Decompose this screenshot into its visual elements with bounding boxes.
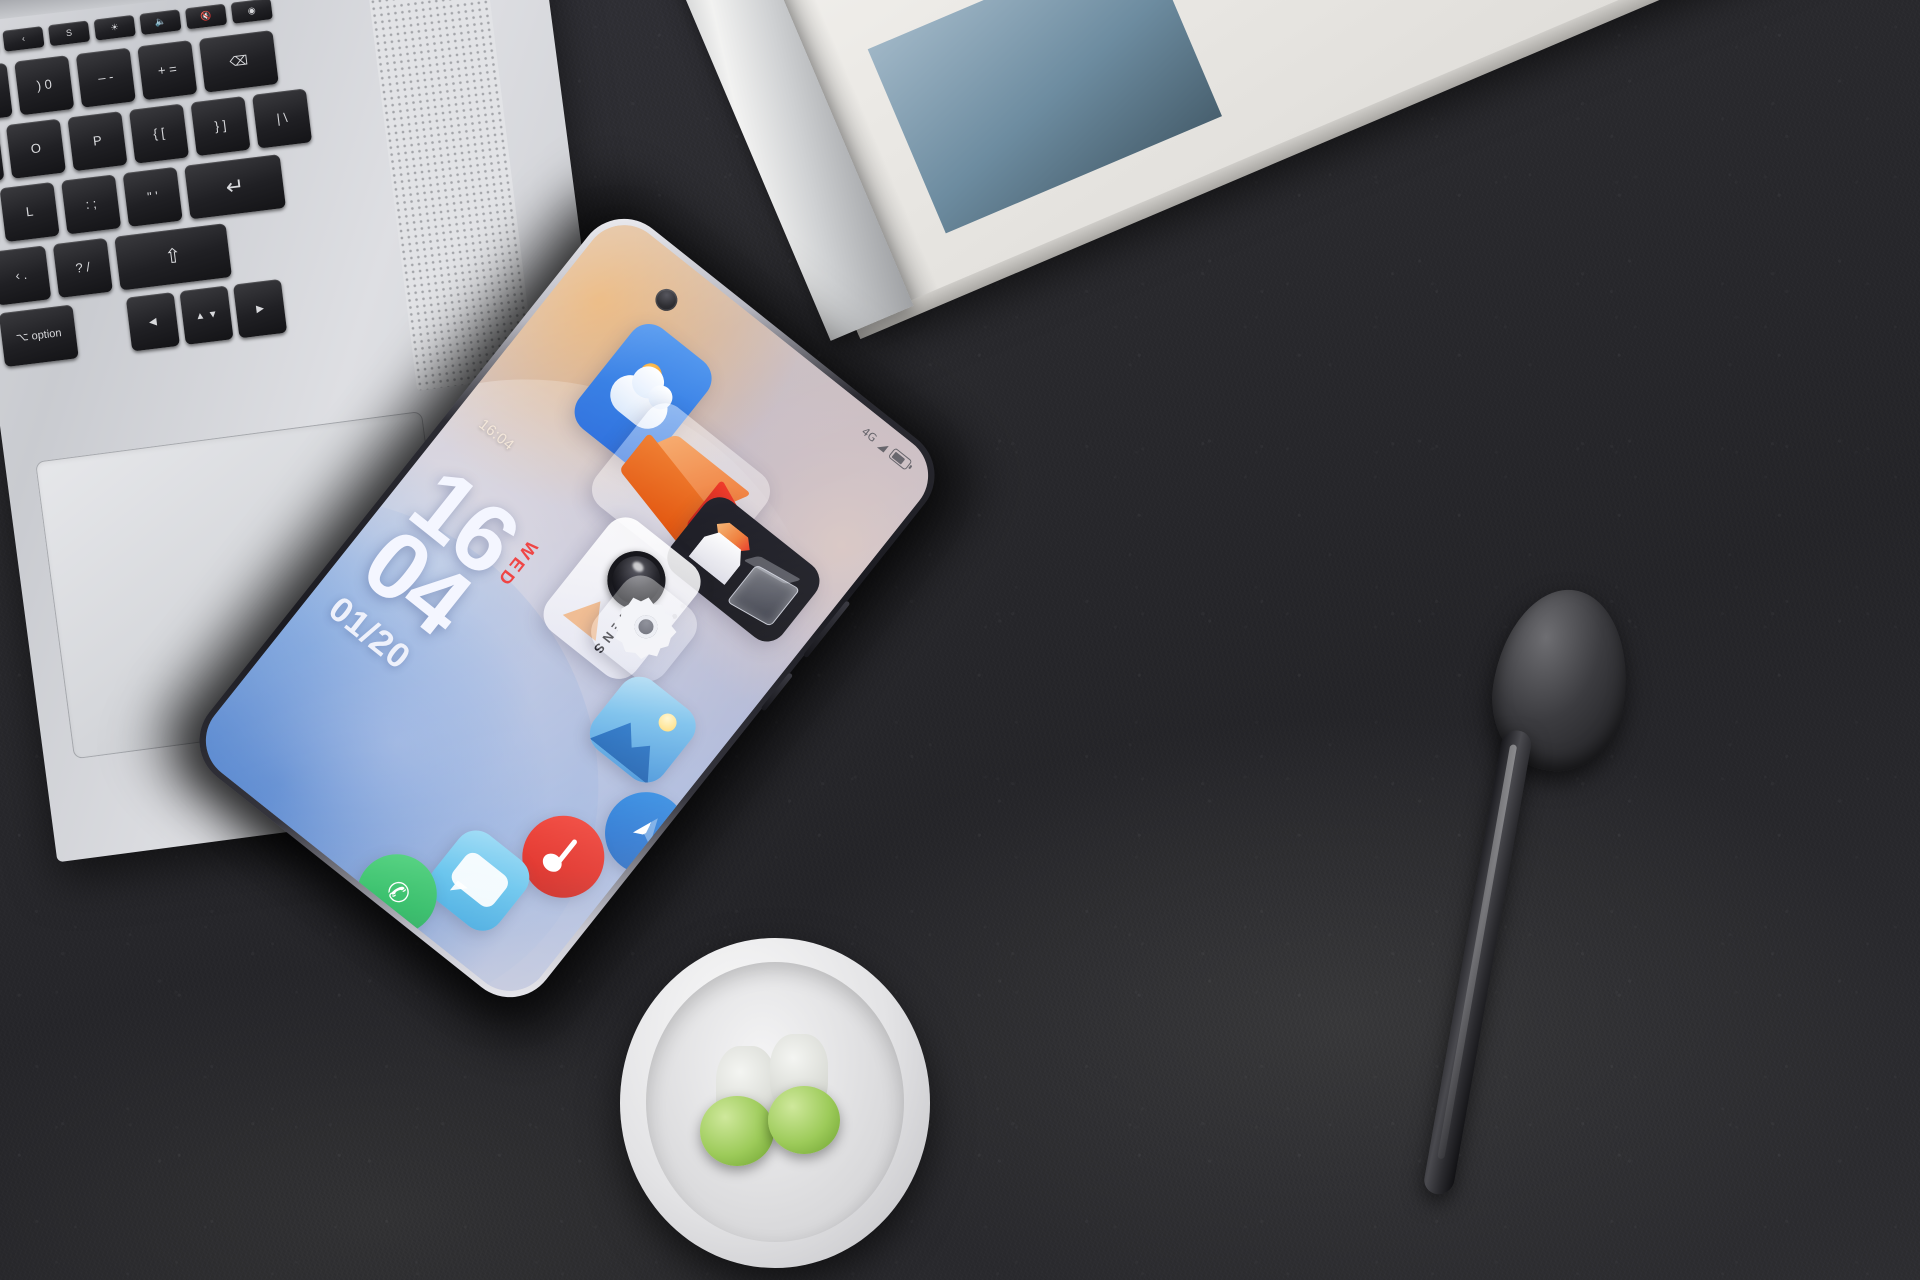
- music-note-icon: [539, 831, 589, 883]
- magazine-text-column: 思想出来了。太阳前在上，我只感: [1282, 0, 1499, 36]
- magazine-text-column: 后，这里已之和她来，我只觉: [1223, 0, 1440, 61]
- signal-icon: 4G: [859, 424, 880, 445]
- key-equals[interactable]: + =: [137, 40, 198, 101]
- photo-sun-icon: [654, 709, 681, 736]
- key-i[interactable]: I: [0, 126, 5, 187]
- photo-scene: 在停车场里大停特停，这次光创的 未大采购招人，按年度了解了 不停地踏坑车，让人停…: [0, 0, 1920, 1280]
- key-o[interactable]: O: [5, 118, 67, 179]
- key-shift[interactable]: ⇧: [114, 223, 233, 291]
- key-0[interactable]: ) 0: [14, 55, 75, 116]
- key-period[interactable]: ‹ .: [0, 245, 52, 306]
- key-backslash[interactable]: | \: [251, 88, 313, 149]
- wifi-icon: ◢: [876, 438, 891, 454]
- key-minus[interactable]: – -: [75, 47, 136, 108]
- key-return[interactable]: ↵: [184, 154, 286, 220]
- key-option[interactable]: ⌥ option: [0, 304, 79, 368]
- magazine-text-column: 看见了一辆那黑色吗: [1253, 0, 1470, 49]
- spoon-highlight: [1437, 744, 1518, 1160]
- key-bracket-l[interactable]: { [: [128, 103, 190, 164]
- key-semicolon[interactable]: : ;: [61, 174, 122, 235]
- battery-icon: [887, 447, 913, 471]
- key-screenshot[interactable]: S: [47, 20, 91, 47]
- earbud-tip: [768, 1086, 840, 1154]
- key-bracket-r[interactable]: } ]: [190, 95, 251, 157]
- key-brightness[interactable]: ☀: [93, 14, 136, 41]
- key-p[interactable]: P: [67, 111, 128, 172]
- key-quote[interactable]: " ': [122, 166, 183, 227]
- key-back[interactable]: ‹: [2, 26, 45, 52]
- key-backspace[interactable]: ⌫: [198, 30, 279, 93]
- key-arrow-left[interactable]: ◀: [125, 292, 181, 352]
- gear-icon: [602, 586, 686, 670]
- key-touchid[interactable]: ◉: [230, 0, 273, 24]
- bowl-with-earbuds: [620, 938, 930, 1268]
- earbud-tip: [700, 1096, 774, 1166]
- key-volume-up[interactable]: 🔈: [139, 9, 182, 35]
- key-9[interactable]: ( 9: [0, 62, 13, 123]
- key-slash[interactable]: ? /: [52, 237, 113, 299]
- speech-bubble-icon: [447, 848, 513, 911]
- key-arrow-right[interactable]: ▶: [232, 278, 288, 339]
- key-l[interactable]: L: [0, 181, 60, 243]
- key-arrow-updown[interactable]: ▲ ▼: [179, 285, 234, 345]
- key-mute[interactable]: 🔇: [184, 3, 228, 30]
- keyboard: app ‹ S ☀ 🔈 🔇 ◉ ( 9 ) 0 – - + = ⌫ I O P …: [0, 0, 451, 456]
